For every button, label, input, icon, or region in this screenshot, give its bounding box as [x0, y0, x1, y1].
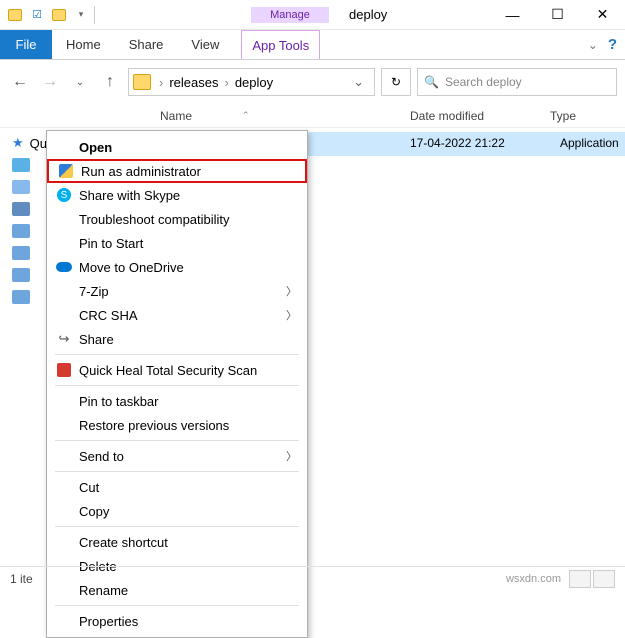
file-tab[interactable]: File [0, 30, 52, 59]
menu-copy[interactable]: Copy [47, 499, 307, 523]
address-dropdown-icon[interactable]: ⌄ [347, 74, 370, 90]
divider [94, 6, 95, 24]
refresh-button[interactable]: ↻ [381, 68, 411, 96]
type-column-header[interactable]: Type [550, 109, 625, 123]
share-icon: ↪ [53, 331, 75, 347]
watermark: wsxdn.com [506, 573, 561, 585]
close-button[interactable]: ✕ [580, 1, 625, 29]
qat-dropdown-icon[interactable]: ▾ [70, 4, 92, 26]
search-placeholder: Search deploy [445, 75, 522, 89]
folder-icon [12, 224, 30, 238]
properties-qat-icon[interactable]: ☑ [26, 4, 48, 26]
share-tab[interactable]: Share [115, 30, 178, 59]
file-date: 17-04-2022 21:22 [410, 136, 505, 150]
menu-cut[interactable]: Cut [47, 475, 307, 499]
search-icon: 🔍 [424, 75, 439, 89]
view-toggles [569, 570, 615, 588]
menu-open[interactable]: Open [47, 135, 307, 159]
folder-icon [12, 246, 30, 260]
folder-icon [4, 4, 26, 26]
home-tab[interactable]: Home [52, 30, 115, 59]
chevron-right-icon[interactable]: › [222, 75, 230, 90]
menu-move-onedrive[interactable]: Move to OneDrive [47, 255, 307, 279]
menu-share[interactable]: ↪Share [47, 327, 307, 351]
ribbon-tabs: File Home Share View App Tools ⌄ ? [0, 30, 625, 60]
navigation-row: ← → ⌄ ↑ › releases › deploy ⌄ ↻ 🔍 Search… [0, 60, 625, 104]
menu-separator [55, 354, 299, 355]
menu-troubleshoot[interactable]: Troubleshoot compatibility [47, 207, 307, 231]
onedrive-icon [12, 158, 30, 172]
thumbnails-view-button[interactable] [593, 570, 615, 588]
forward-button[interactable]: → [38, 70, 62, 94]
folder-icon [12, 180, 30, 194]
file-type: Application [560, 136, 619, 150]
menu-restore-versions[interactable]: Restore previous versions [47, 413, 307, 437]
menu-separator [55, 526, 299, 527]
menu-separator [55, 440, 299, 441]
menu-7zip[interactable]: 7-Zip〉 [47, 279, 307, 303]
menu-separator [55, 471, 299, 472]
folder-icon [12, 268, 30, 282]
onedrive-icon [56, 262, 72, 272]
submenu-arrow-icon: 〉 [286, 448, 297, 464]
breadcrumb-segment[interactable]: releases [165, 75, 222, 90]
manage-contextual-tab[interactable]: Manage [251, 7, 329, 23]
address-bar[interactable]: › releases › deploy ⌄ [128, 68, 375, 96]
window-controls: ― ☐ ✕ [490, 1, 625, 29]
quick-access-toolbar: ☑ ▾ [0, 4, 101, 26]
menu-send-to[interactable]: Send to〉 [47, 444, 307, 468]
submenu-arrow-icon: 〉 [286, 307, 297, 323]
date-column-header[interactable]: Date modified [410, 109, 550, 123]
pc-icon [12, 202, 30, 216]
star-icon: ★ [12, 135, 24, 151]
recent-dropdown-icon[interactable]: ⌄ [68, 70, 92, 94]
window-title: deploy [349, 7, 387, 22]
maximize-button[interactable]: ☐ [535, 1, 580, 29]
help-icon[interactable]: ? [608, 30, 617, 59]
folder-icon [12, 290, 30, 304]
name-column-header[interactable]: Name⌃ [160, 109, 410, 123]
folder-qat-icon[interactable] [48, 4, 70, 26]
menu-separator [55, 605, 299, 606]
column-headers: Name⌃ Date modified Type [0, 104, 625, 128]
folder-icon [133, 74, 151, 90]
menu-share-skype[interactable]: SShare with Skype [47, 183, 307, 207]
sort-indicator-icon: ⌃ [242, 110, 250, 121]
up-button[interactable]: ↑ [98, 70, 122, 94]
item-count: 1 ite [10, 572, 33, 586]
quickheal-icon [57, 363, 71, 377]
details-view-button[interactable] [569, 570, 591, 588]
menu-run-as-admin[interactable]: Run as administrator [47, 159, 307, 183]
ribbon-expand-icon[interactable]: ⌄ [578, 30, 608, 59]
menu-quick-heal[interactable]: Quick Heal Total Security Scan [47, 358, 307, 382]
back-button[interactable]: ← [8, 70, 32, 94]
menu-separator [55, 385, 299, 386]
title-bar: ☑ ▾ Manage deploy ― ☐ ✕ [0, 0, 625, 30]
menu-create-shortcut[interactable]: Create shortcut [47, 530, 307, 554]
shield-icon [59, 164, 73, 178]
app-tools-tab[interactable]: App Tools [241, 30, 320, 59]
menu-properties[interactable]: Properties [47, 609, 307, 633]
minimize-button[interactable]: ― [490, 1, 535, 29]
context-menu: Open Run as administrator SShare with Sk… [46, 130, 308, 638]
submenu-arrow-icon: 〉 [286, 283, 297, 299]
view-tab[interactable]: View [177, 30, 233, 59]
status-bar: 1 ite wsxdn.com [0, 566, 625, 590]
chevron-right-icon[interactable]: › [157, 75, 165, 90]
search-input[interactable]: 🔍 Search deploy [417, 68, 617, 96]
menu-pin-start[interactable]: Pin to Start [47, 231, 307, 255]
menu-crc-sha[interactable]: CRC SHA〉 [47, 303, 307, 327]
skype-icon: S [57, 188, 71, 202]
menu-pin-taskbar[interactable]: Pin to taskbar [47, 389, 307, 413]
breadcrumb-segment[interactable]: deploy [231, 75, 277, 90]
